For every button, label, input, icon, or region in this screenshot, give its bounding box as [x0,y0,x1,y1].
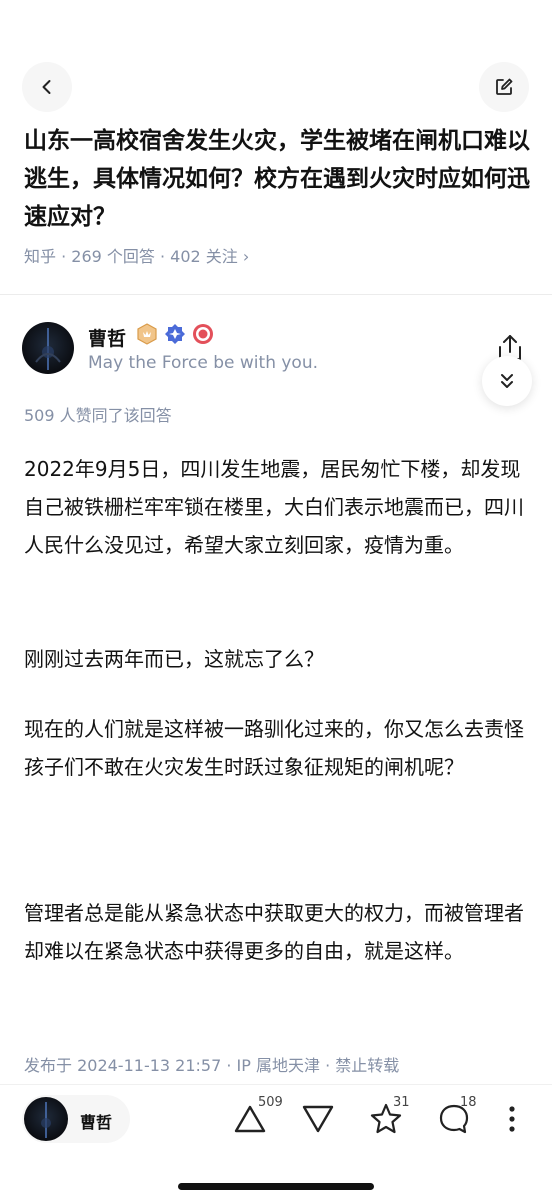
author-avatar[interactable] [22,322,74,374]
favorite-count: 31 [393,1095,410,1110]
bottom-action-bar: 曹哲 509 31 18 [0,1084,552,1200]
answer-paragraph: 管理者总是能从紧急状态中获取更大的权力，而被管理者却难以在紧急状态中获得更多的自… [24,901,524,963]
publish-info: 发布于 2024-11-13 21:57 · IP 属地天津 · 禁止转载 [24,1056,400,1075]
question-meta[interactable]: 知乎 · 269 个回答 · 402 关注 › [24,243,249,267]
author-avatar-small [24,1097,68,1141]
author-chip-name: 曹哲 [80,1113,113,1132]
divider [0,294,552,295]
author-bio: May the Force be with you. [88,353,319,373]
answer-paragraph: 刚刚过去两年而已，这就忘了么？ [24,647,324,671]
votes-note: 509 人赞同了该回答 [24,406,172,425]
red-badge-icon[interactable] [192,323,214,345]
back-button[interactable] [22,62,72,112]
double-chevron-down-icon [501,374,513,388]
upvote-count: 509 [258,1095,283,1110]
answer-paragraph: 2022年9月5日，四川发生地震，居民匆忙下楼，却发现自己被铁栅栏牢牢锁在楼里，… [24,457,524,557]
comment-count: 18 [460,1095,477,1110]
downvote-triangle-icon [302,1105,334,1133]
more-button[interactable] [492,1099,532,1139]
write-answer-button[interactable] [479,62,529,112]
blue-verified-icon[interactable] [164,323,186,345]
author-badges [136,323,214,345]
top-bar [0,0,552,120]
downvote-button[interactable] [298,1099,338,1139]
collapse-button[interactable] [482,356,532,406]
answer-paragraph: 现在的人们就是这样被一路驯化过来的，你又怎么去责怪孩子们不敢在火灾发生时跃过象征… [24,717,524,779]
question-title[interactable]: 山东一高校宿舍发生火灾，学生被堵在闸机口难以逃生，具体情况如何？校方在遇到火灾时… [24,122,534,236]
edit-icon [496,78,513,95]
author-chip[interactable]: 曹哲 [22,1095,130,1143]
more-vertical-icon [509,1106,515,1132]
author-name[interactable]: 曹哲 [88,324,126,351]
avatar-image [35,328,61,370]
chevron-left-icon [42,80,51,94]
home-indicator [178,1183,374,1190]
gold-badge-icon[interactable] [136,323,158,345]
